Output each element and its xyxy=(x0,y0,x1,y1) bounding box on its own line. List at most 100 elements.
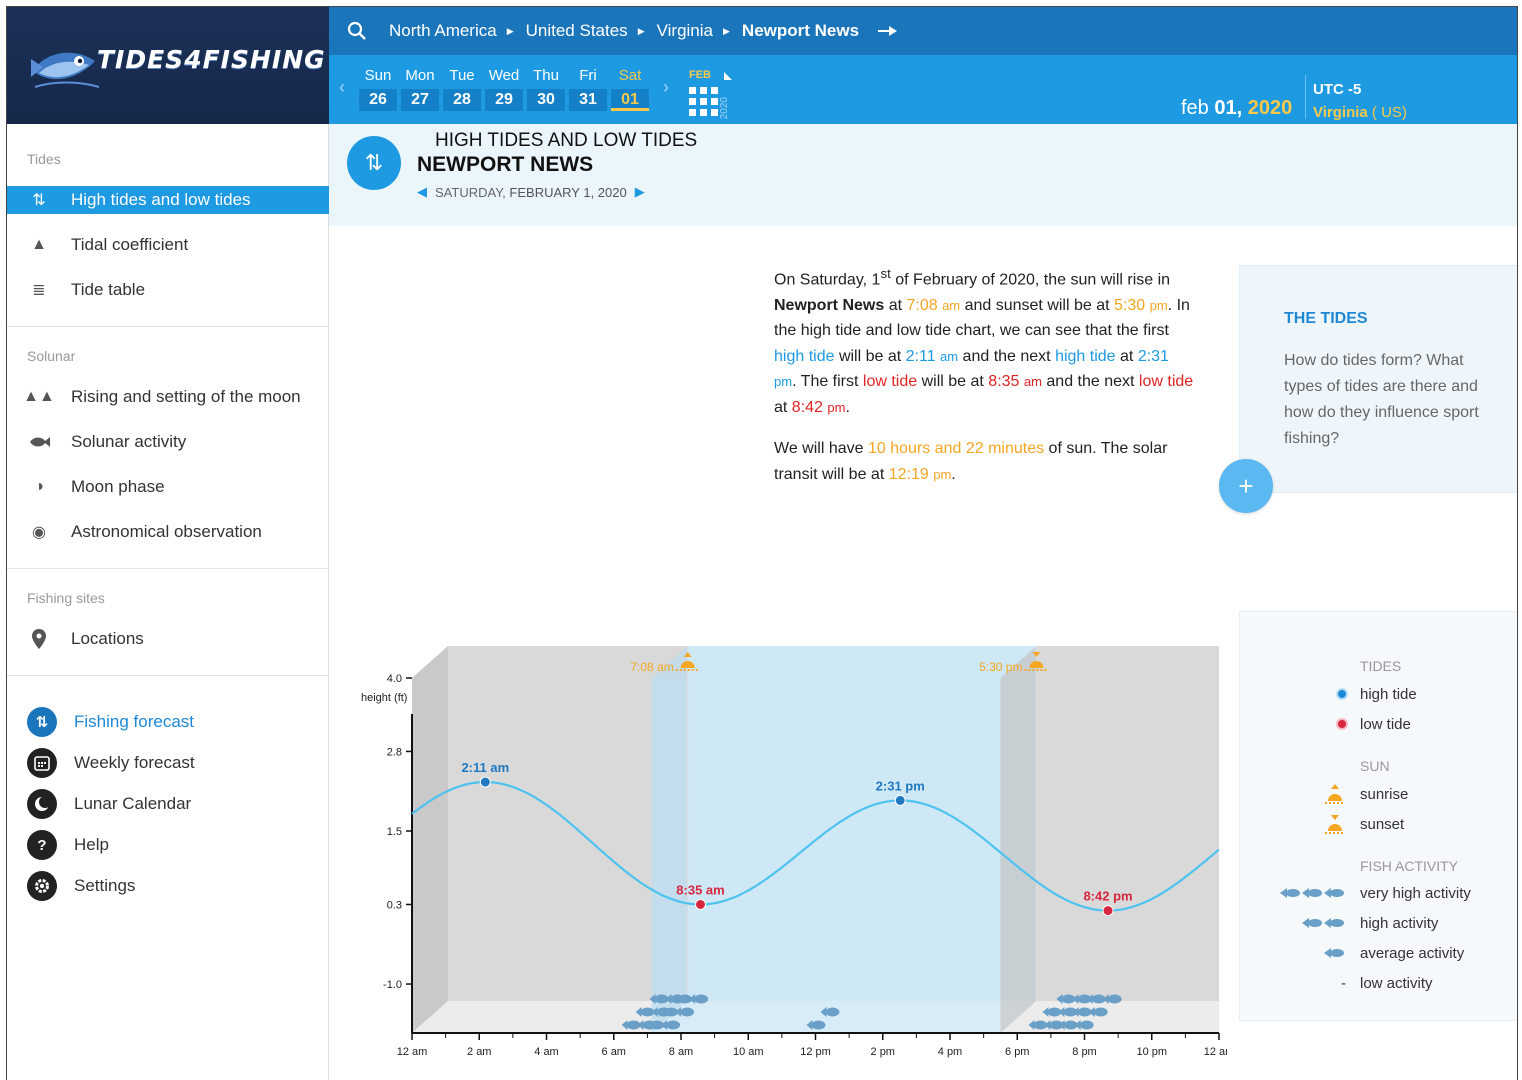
sidebar-item-tidal-coefficient[interactable]: ▲ Tidal coefficient xyxy=(7,231,329,259)
sidebar-item-settings[interactable]: Settings xyxy=(27,870,135,902)
sidebar-item-moon-phase[interactable]: ◑ Moon phase xyxy=(7,473,329,501)
calendar-corner-icon xyxy=(724,72,732,80)
sidebar-item-label: Help xyxy=(74,835,109,854)
fish-activity-icon xyxy=(680,1007,695,1017)
ampm: pm xyxy=(774,374,793,390)
sidebar-item-lunar-calendar[interactable]: Lunar Calendar xyxy=(27,788,191,820)
high-tide-point xyxy=(894,794,906,806)
location-title: NEWPORT NEWS xyxy=(417,153,594,176)
sidebar-item-label: Lunar Calendar xyxy=(74,794,192,813)
summary-paragraph: We will have 10 hours and 22 minutes of … xyxy=(774,436,1194,487)
day-fri[interactable]: Fri 31 xyxy=(569,67,607,111)
tides-info-card[interactable]: THE TIDES How do tides form? What types … xyxy=(1239,265,1517,493)
ampm: am xyxy=(940,348,959,364)
solar-transit-time: 12:19 pm xyxy=(889,466,952,483)
app-window: TIDES4FISHING North America ▶ United Sta… xyxy=(6,6,1518,1080)
sidebar-item-locations[interactable]: Locations xyxy=(7,625,329,653)
legend-item-average-activity: average activity xyxy=(1240,943,1517,963)
date-weekday: SATURDAY, xyxy=(435,184,506,200)
sun-duration: 10 hours and 22 minutes xyxy=(867,440,1045,458)
place-name: Newport News xyxy=(774,296,885,314)
sidebar-item-solunar-activity[interactable]: Solunar activity xyxy=(7,428,329,456)
prev-week-icon[interactable]: ‹ xyxy=(339,77,345,98)
sidebar-item-fishing-forecast[interactable]: ⇅ Fishing forecast xyxy=(27,706,194,738)
prev-day-icon[interactable]: ◀ xyxy=(417,184,427,200)
sunset-label: 5:30 pm xyxy=(979,660,1022,674)
time: 7:08 xyxy=(906,296,938,314)
sidebar-item-tide-table[interactable]: ≣ Tide table xyxy=(7,276,329,304)
mountains-icon: ▲▲ xyxy=(23,388,55,405)
expand-button[interactable]: + xyxy=(1219,459,1273,513)
sidebar-item-astronomical-observation[interactable]: ◉ Astronomical observation xyxy=(7,518,329,546)
time: 5:30 xyxy=(1114,296,1146,314)
day-sat-selected[interactable]: Sat 01 xyxy=(611,67,649,111)
logo[interactable]: TIDES4FISHING xyxy=(7,7,329,124)
day-thu[interactable]: Thu 30 xyxy=(527,67,565,111)
day-sun[interactable]: Sun 26 xyxy=(359,67,397,111)
breadcrumb-country[interactable]: United States xyxy=(526,21,628,41)
sidebar-item-label: Fishing forecast xyxy=(74,712,194,731)
daylight-band xyxy=(651,678,1001,1033)
legend-item-low-activity: - low activity xyxy=(1240,973,1517,993)
fish-logo-icon xyxy=(31,52,100,88)
date-text: FEBRUARY 1, 2020 xyxy=(509,184,627,200)
sidebar-item-label: Locations xyxy=(71,629,144,648)
sidebar-item-high-low-tides[interactable]: ⇅ High tides and low tides xyxy=(7,186,329,214)
breadcrumb-state[interactable]: Virginia xyxy=(657,21,713,41)
y-tick-label: 2.8 xyxy=(387,746,402,758)
y-tick-label: 0.3 xyxy=(387,899,402,911)
chart-left-wall xyxy=(412,646,448,1033)
sidebar-item-moon-rise-set[interactable]: ▲▲ Rising and setting of the moon xyxy=(7,383,329,411)
calendar-year: 2020 xyxy=(719,97,730,120)
text: On Saturday, 1 xyxy=(774,271,881,289)
sunset-plane xyxy=(1000,646,1037,1033)
target-icon: ◉ xyxy=(32,524,46,541)
breadcrumb-separator-icon: ▶ xyxy=(506,25,514,36)
region-label: Virginia ( US) xyxy=(1313,104,1407,121)
sidebar-item-help[interactable]: ? Help xyxy=(27,829,109,861)
text: will be at xyxy=(917,373,989,391)
legend-label: high tide xyxy=(1360,685,1417,703)
sunrise-time: 7:08 am xyxy=(906,297,960,314)
x-tick-label: 4 am xyxy=(534,1046,558,1058)
day-mon[interactable]: Mon 27 xyxy=(401,67,439,111)
sunrise-plane xyxy=(651,646,688,1033)
day-number: 31 xyxy=(569,89,607,111)
fish-icons xyxy=(1240,887,1360,899)
utc-label: UTC xyxy=(1313,81,1344,98)
logo-text: TIDES4FISHING xyxy=(97,45,326,74)
day-name: Tue xyxy=(449,67,475,84)
low-tide-1-time: 8:35 am xyxy=(988,373,1042,390)
day-tue[interactable]: Tue 28 xyxy=(443,67,481,111)
next-week-icon[interactable]: › xyxy=(663,77,669,98)
breadcrumb-continent[interactable]: North America xyxy=(389,21,497,41)
x-tick-label: 12 am xyxy=(397,1046,428,1058)
legend-label: high activity xyxy=(1360,914,1439,932)
text: and the next xyxy=(958,347,1056,365)
legend-title-fish-activity: FISH ACTIVITY xyxy=(1360,858,1459,874)
breadcrumb-city[interactable]: Newport News xyxy=(742,21,859,41)
x-tick-label: 10 am xyxy=(733,1046,764,1058)
next-day-icon[interactable]: ▶ xyxy=(635,184,645,200)
tide-arrows-icon: ⇅ xyxy=(32,192,46,209)
arrow-right-icon[interactable] xyxy=(877,25,899,37)
text: will be at xyxy=(834,347,906,365)
sunrise-icon xyxy=(1325,784,1345,804)
question-icon: ? xyxy=(27,830,57,860)
x-tick-label: 8 pm xyxy=(1072,1046,1096,1058)
day-name: Fri xyxy=(579,67,597,84)
divider xyxy=(7,568,329,569)
page-header: ⇅ HIGH TIDES AND LOW TIDES NEWPORT NEWS … xyxy=(329,124,1517,226)
sidebar-item-label: Astronomical observation xyxy=(71,522,262,541)
low-tide-2-time: 8:42 pm xyxy=(792,399,846,416)
sidebar-item-weekly-forecast[interactable]: Weekly forecast xyxy=(27,747,195,779)
text: and the next xyxy=(1041,373,1139,391)
sunset-icon xyxy=(1325,815,1345,834)
day-wed[interactable]: Wed 29 xyxy=(485,67,523,111)
high-tide-label: 2:11 am xyxy=(461,760,509,775)
gear-icon xyxy=(27,871,57,901)
legend-item-sunset: sunset xyxy=(1240,814,1517,834)
search-icon[interactable] xyxy=(347,21,367,41)
sidebar-item-label: Solunar activity xyxy=(71,432,187,451)
legend-title-sun: SUN xyxy=(1360,758,1390,774)
